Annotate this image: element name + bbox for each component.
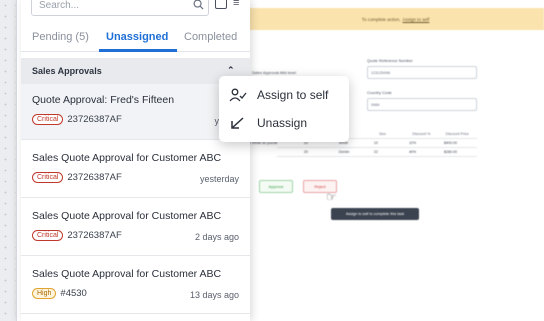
list-item[interactable]: Quote Approval: Fred's Fifteen Critical … — [21, 84, 250, 140]
item-meta: High #4530 — [32, 288, 87, 299]
unassign-arrow-icon — [231, 117, 244, 129]
priority-badge: High — [32, 288, 57, 299]
item-meta: Critical 23726387AF — [32, 230, 122, 241]
item-time: yesterday — [199, 174, 239, 184]
assign-banner: To complete action, Assign to self — [247, 8, 544, 30]
country-code-field[interactable]: 9984 — [367, 98, 477, 111]
table-row: 20 Denim 22 40% $280.00 — [277, 148, 477, 157]
quote-ref-field[interactable]: 123125498 — [367, 66, 477, 79]
item-title: Sales Quote Approval for Customer ABC — [32, 152, 222, 164]
banner-assign-link[interactable]: Assign to self — [403, 17, 430, 22]
pointer-cursor-icon: ☞ — [326, 190, 337, 204]
search-icon[interactable] — [193, 0, 204, 10]
menu-item-unassign[interactable]: Unassign — [229, 112, 307, 134]
priority-badge: Critical — [32, 172, 64, 183]
list-item[interactable]: Sales Quote Approval for Customer ABC Hi… — [21, 258, 250, 314]
tab-unassigned[interactable]: Unassigned — [106, 28, 168, 43]
section-header[interactable]: Sales Approvals ⌃ — [21, 58, 250, 84]
task-list-panel: Search... ≡ Pending (5) Unassigned Compl… — [21, 0, 250, 321]
field-label: Country Code — [367, 90, 392, 95]
search-input[interactable]: Search... — [31, 0, 209, 16]
assign-user-icon — [229, 88, 247, 102]
priority-badge: Critical — [32, 114, 64, 125]
active-tab-indicator — [99, 49, 177, 52]
list-item[interactable]: Sales Quote Approval for Customer ABC Cr… — [21, 200, 250, 256]
field-label: Sales Approval Attd level — [252, 70, 297, 75]
approve-button[interactable]: Approve — [259, 180, 293, 193]
section-title: Sales Approvals — [32, 66, 102, 76]
item-id: 23726387AF — [67, 230, 122, 241]
chevron-up-icon[interactable]: ⌃ — [227, 65, 235, 76]
tab-completed[interactable]: Completed — [184, 28, 237, 43]
tab-pending[interactable]: Pending (5) — [32, 28, 89, 43]
list-item[interactable]: Sales Quote Approval for Customer ABC Cr… — [21, 142, 250, 198]
item-time: 13 days ago — [189, 290, 239, 300]
banner-text: To complete action, — [361, 16, 401, 22]
tooltip: Assign to self to complete this task — [331, 208, 419, 220]
item-time: 2 days ago — [194, 232, 239, 242]
inbox-icon[interactable] — [215, 0, 227, 9]
search-toolbar: Search... ≡ — [31, 0, 241, 16]
item-title: Sales Quote Approval for Customer ABC — [32, 210, 222, 222]
item-id: 23726387AF — [67, 172, 122, 183]
item-id: 23726387AF — [67, 114, 122, 125]
item-title: Sales Quote Approval for Customer ABC — [32, 268, 222, 280]
menu-label: Unassign — [257, 116, 308, 130]
priority-badge: Critical — [32, 230, 64, 241]
filter-icon[interactable]: ≡ — [233, 0, 239, 9]
menu-label: Assign to self — [257, 88, 329, 102]
item-title: Quote Approval: Fred's Fifteen — [32, 94, 175, 106]
item-id: #4530 — [60, 288, 87, 299]
item-meta: Critical 23726387AF — [32, 114, 122, 125]
field-label: Quote Reference Number — [367, 58, 413, 63]
task-form-area: To complete action, Assign to self Sales… — [247, 0, 544, 321]
item-meta: Critical 23726387AF — [32, 172, 122, 183]
context-menu: Assign to self Unassign — [219, 76, 349, 142]
menu-item-assign-to-self[interactable]: Assign to self — [229, 84, 328, 106]
